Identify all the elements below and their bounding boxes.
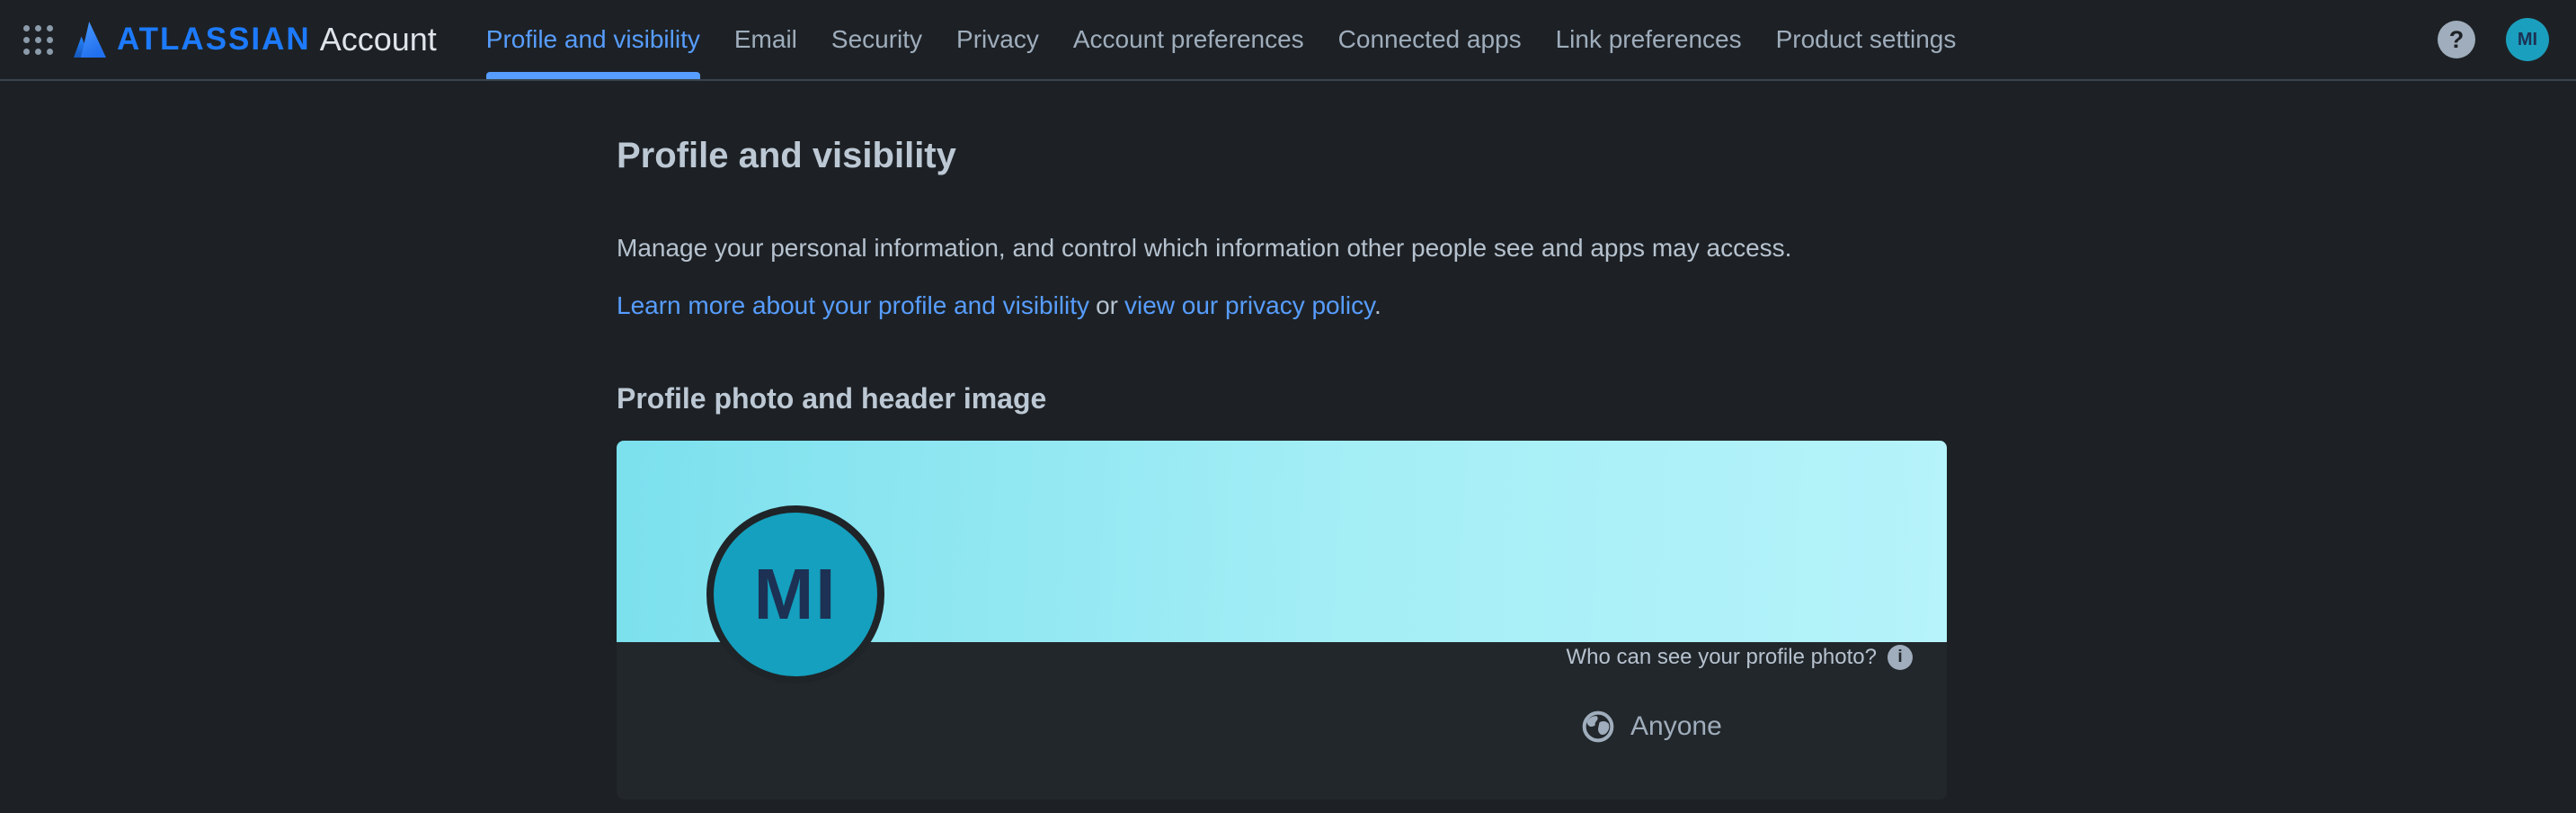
top-navbar: ATLASSIAN Account Profile and visibility… — [0, 0, 2576, 81]
profile-photo-initials: MI — [754, 553, 838, 636]
section-heading-profile-photo: Profile photo and header image — [617, 381, 2576, 415]
globe-icon — [1580, 709, 1616, 745]
atlassian-logo-icon — [74, 22, 106, 58]
links-line: Learn more about your profile and visibi… — [617, 290, 2576, 322]
photo-visibility-value: Anyone — [1630, 711, 1722, 742]
app-grid-icon — [23, 25, 53, 55]
tab-label: Product settings — [1776, 25, 1957, 54]
profile-photo-card: MI Who can see your profile photo? i Any… — [617, 441, 1947, 800]
question-mark-icon: ? — [2449, 26, 2465, 54]
navbar-right-cluster: ? MI — [2438, 18, 2549, 61]
tab-label: Link preferences — [1556, 25, 1742, 54]
main-content: Profile and visibility Manage your perso… — [0, 81, 2576, 800]
tab-link-preferences[interactable]: Link preferences — [1556, 0, 1742, 79]
tab-connected-apps[interactable]: Connected apps — [1338, 0, 1522, 79]
info-icon[interactable]: i — [1888, 645, 1913, 670]
tab-label: Privacy — [956, 25, 1039, 54]
app-grid-dot — [47, 49, 53, 55]
photo-visibility-question: Who can see your profile photo? — [1566, 645, 1877, 670]
atlassian-logo[interactable]: ATLASSIAN Account — [74, 21, 437, 58]
tab-security[interactable]: Security — [831, 0, 922, 79]
app-grid-dot — [35, 25, 41, 31]
product-name: Account — [320, 21, 437, 58]
tab-account-preferences[interactable]: Account preferences — [1073, 0, 1304, 79]
app-grid-dot — [23, 49, 30, 55]
app-grid-dot — [35, 49, 41, 55]
app-grid-dot — [35, 37, 41, 43]
photo-visibility-selector[interactable]: Anyone — [1580, 709, 1722, 745]
page-description: Manage your personal information, and co… — [617, 232, 2576, 264]
avatar-initials: MI — [2518, 30, 2537, 50]
help-button[interactable]: ? — [2438, 21, 2475, 58]
tab-privacy[interactable]: Privacy — [956, 0, 1039, 79]
tab-label: Connected apps — [1338, 25, 1522, 54]
learn-more-link[interactable]: Learn more about your profile and visibi… — [617, 291, 1089, 319]
brand-wordmark: ATLASSIAN — [117, 22, 311, 58]
app-grid-dot — [47, 25, 53, 31]
page-title: Profile and visibility — [617, 135, 2576, 176]
profile-photo-avatar[interactable]: MI — [706, 505, 884, 683]
tab-label: Security — [831, 25, 922, 54]
tab-profile-and-visibility[interactable]: Profile and visibility — [486, 0, 700, 79]
navbar-tabs: Profile and visibility Email Security Pr… — [486, 0, 1957, 79]
tab-label: Email — [734, 25, 797, 54]
link-separator: or — [1096, 291, 1118, 319]
tab-product-settings[interactable]: Product settings — [1776, 0, 1957, 79]
app-grid-dot — [23, 25, 30, 31]
tab-email[interactable]: Email — [734, 0, 797, 79]
sentence-end: . — [1374, 291, 1381, 319]
profile-avatar-button[interactable]: MI — [2506, 18, 2549, 61]
tab-label: Account preferences — [1073, 25, 1304, 54]
app-grid-dot — [47, 37, 53, 43]
info-glyph: i — [1897, 648, 1902, 667]
tab-label: Profile and visibility — [486, 25, 700, 54]
privacy-policy-link[interactable]: view our privacy policy — [1124, 291, 1374, 319]
photo-visibility-question-row: Who can see your profile photo? i — [1566, 645, 1913, 670]
app-switcher-button[interactable] — [16, 18, 59, 61]
app-grid-dot — [23, 37, 30, 43]
